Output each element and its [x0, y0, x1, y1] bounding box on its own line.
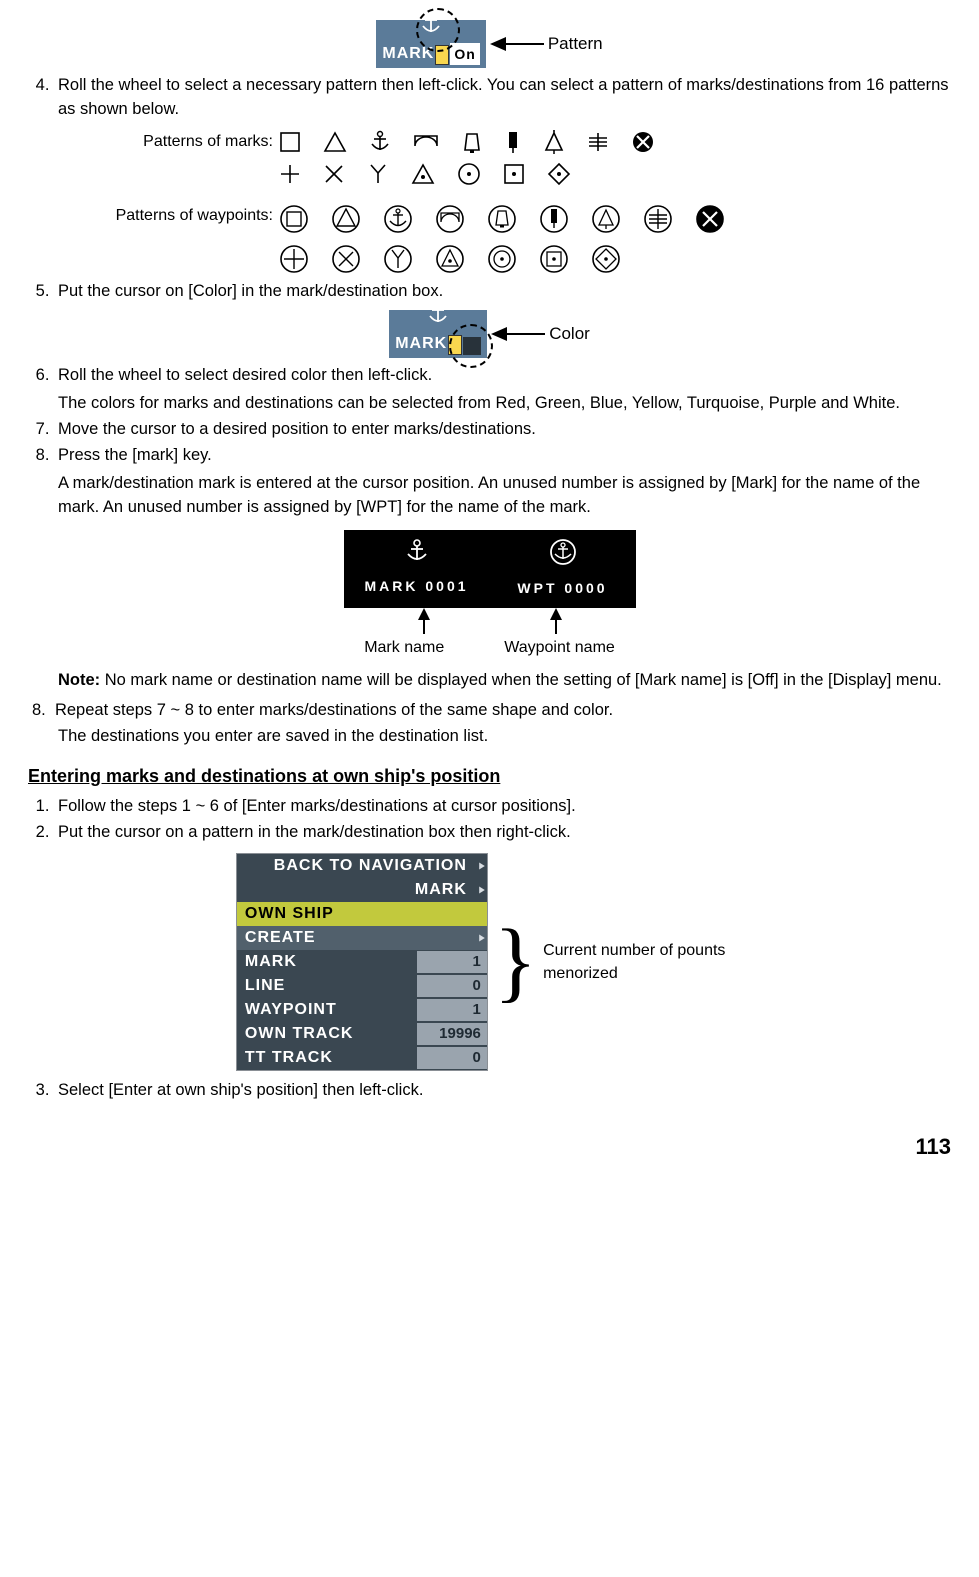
- pillar-icon: [505, 130, 521, 154]
- diamond-dot-icon: [547, 162, 571, 186]
- step-8b-sub: The destinations you enter are saved in …: [58, 725, 951, 749]
- figure-color: MARK Color: [28, 310, 951, 358]
- square-icon: [279, 131, 301, 153]
- x-icon: [323, 163, 345, 185]
- bridge-icon: [413, 132, 439, 152]
- arrow-icon: [490, 37, 506, 51]
- cone-icon: [543, 130, 565, 154]
- menu-row-mark: MARK: [237, 950, 417, 973]
- anchor-icon: [427, 300, 449, 326]
- menu-create: CREATE: [237, 926, 475, 949]
- menu-own-ship: OWN SHIP: [237, 902, 487, 925]
- note-block: Note: No mark name or destination name w…: [58, 669, 951, 693]
- figure-menu: BACK TO NAVIGATION MARK OWN SHIP CREATE …: [28, 853, 951, 1071]
- step-6: Roll the wheel to select desired color t…: [54, 364, 951, 416]
- highlight-circle: [449, 324, 493, 368]
- s2-step-2: Put the cursor on a pattern in the mark/…: [54, 821, 951, 845]
- menu-mark: MARK: [237, 878, 475, 901]
- menu-panel: BACK TO NAVIGATION MARK OWN SHIP CREATE …: [236, 853, 488, 1071]
- patterns-waypoints-label: Patterns of waypoints:: [88, 204, 279, 227]
- wpt-square-icon: [279, 204, 309, 234]
- arrow-icon: [491, 327, 507, 341]
- menu-row-line: LINE: [237, 974, 417, 997]
- no-go-icon: [631, 130, 655, 154]
- step-6-sub: The colors for marks and destinations ca…: [58, 392, 951, 416]
- wpt-diamond-dot-icon: [591, 244, 621, 274]
- wpt-x-icon: [331, 244, 361, 274]
- wpt-square-dot-icon: [539, 244, 569, 274]
- step-8-sub: A mark/destination mark is entered at th…: [58, 472, 951, 520]
- waypoint-name-label: Waypoint name: [504, 636, 615, 659]
- mark-text: MARK: [395, 332, 447, 355]
- pattern-label: Pattern: [548, 32, 603, 57]
- mark-wpt-box: MARK 0001 WPT 0000: [344, 530, 636, 608]
- wpt-hash-icon: [643, 204, 673, 234]
- wpt-triangle-icon: [331, 204, 361, 234]
- menu-row-tt-track: TT TRACK: [237, 1046, 417, 1069]
- step-7: Move the cursor to a desired position to…: [54, 418, 951, 442]
- figure-pattern: MARK On Pattern: [28, 20, 951, 68]
- wpt-bridge-icon: [435, 204, 465, 234]
- wpt-plus-icon: [279, 244, 309, 274]
- step-8: Press the [mark] key. A mark/destination…: [54, 444, 951, 520]
- menu-row-waypoint: WAYPOINT: [237, 998, 417, 1021]
- patterns-of-marks: Patterns of marks:: [88, 130, 951, 186]
- mark-name-label: Mark name: [364, 636, 444, 659]
- circle-dot-icon: [457, 162, 481, 186]
- hash-icon: [587, 131, 609, 153]
- patterns-of-waypoints: Patterns of waypoints:: [88, 204, 951, 274]
- patterns-marks-label: Patterns of marks:: [88, 130, 279, 153]
- square-dot-icon: [503, 163, 525, 185]
- wpt-anchor-icon: [383, 204, 413, 234]
- step-8b-row: 8. Repeat steps 7 ~ 8 to enter marks/des…: [32, 699, 951, 723]
- menu-back: BACK TO NAVIGATION: [237, 854, 475, 877]
- arrow-line: [506, 43, 544, 45]
- s2-step-3: Select [Enter at own ship's position] th…: [54, 1079, 951, 1103]
- wpt-bell-icon: [487, 204, 517, 234]
- wpt-code: WPT 0000: [498, 578, 628, 598]
- bell-icon: [461, 130, 483, 154]
- figure-mark-wpt: MARK 0001 WPT 0000 Mark name Waypoint na…: [28, 530, 951, 659]
- mark-icon-row-2: [279, 162, 655, 186]
- wpt-y-icon: [383, 244, 413, 274]
- mark-code: MARK 0001: [352, 576, 482, 596]
- note-bold: Note:: [58, 671, 100, 689]
- note-text: No mark name or destination name will be…: [100, 671, 942, 689]
- menu-row-own-track: OWN TRACK: [237, 1022, 417, 1045]
- step-8b: Repeat steps 7 ~ 8 to enter marks/destin…: [50, 701, 613, 719]
- triangle-dot-icon: [411, 163, 435, 185]
- wpt-icon-row-2: [279, 244, 725, 274]
- step-4: Roll the wheel to select a necessary pat…: [54, 74, 951, 122]
- wpt-no-go-icon: [695, 204, 725, 234]
- menu-side-label: Current number of pounts menorized: [543, 939, 743, 985]
- step-5: Put the cursor on [Color] in the mark/de…: [54, 280, 951, 304]
- s2-step-1: Follow the steps 1 ~ 6 of [Enter marks/d…: [54, 795, 951, 819]
- wpt-cone-icon: [591, 204, 621, 234]
- mark-icon-row-1: [279, 130, 655, 154]
- on-box: On: [450, 43, 479, 65]
- page-number: 113: [28, 1131, 951, 1163]
- wpt-icon-row-1: [279, 204, 725, 234]
- wpt-circle-dot-icon: [487, 244, 517, 274]
- triangle-icon: [323, 131, 347, 153]
- arrow-line: [507, 333, 545, 335]
- anchor-icon: [404, 538, 430, 564]
- wpt-anchor-icon: [549, 538, 577, 566]
- y-icon: [367, 163, 389, 185]
- section-heading: Entering marks and destinations at own s…: [28, 763, 951, 789]
- color-label: Color: [549, 322, 590, 347]
- wpt-pillar-icon: [539, 204, 569, 234]
- plus-icon: [279, 163, 301, 185]
- brace-icon: }: [494, 921, 537, 1002]
- wpt-triangle-dot-icon: [435, 244, 465, 274]
- anchor-icon: [369, 130, 391, 154]
